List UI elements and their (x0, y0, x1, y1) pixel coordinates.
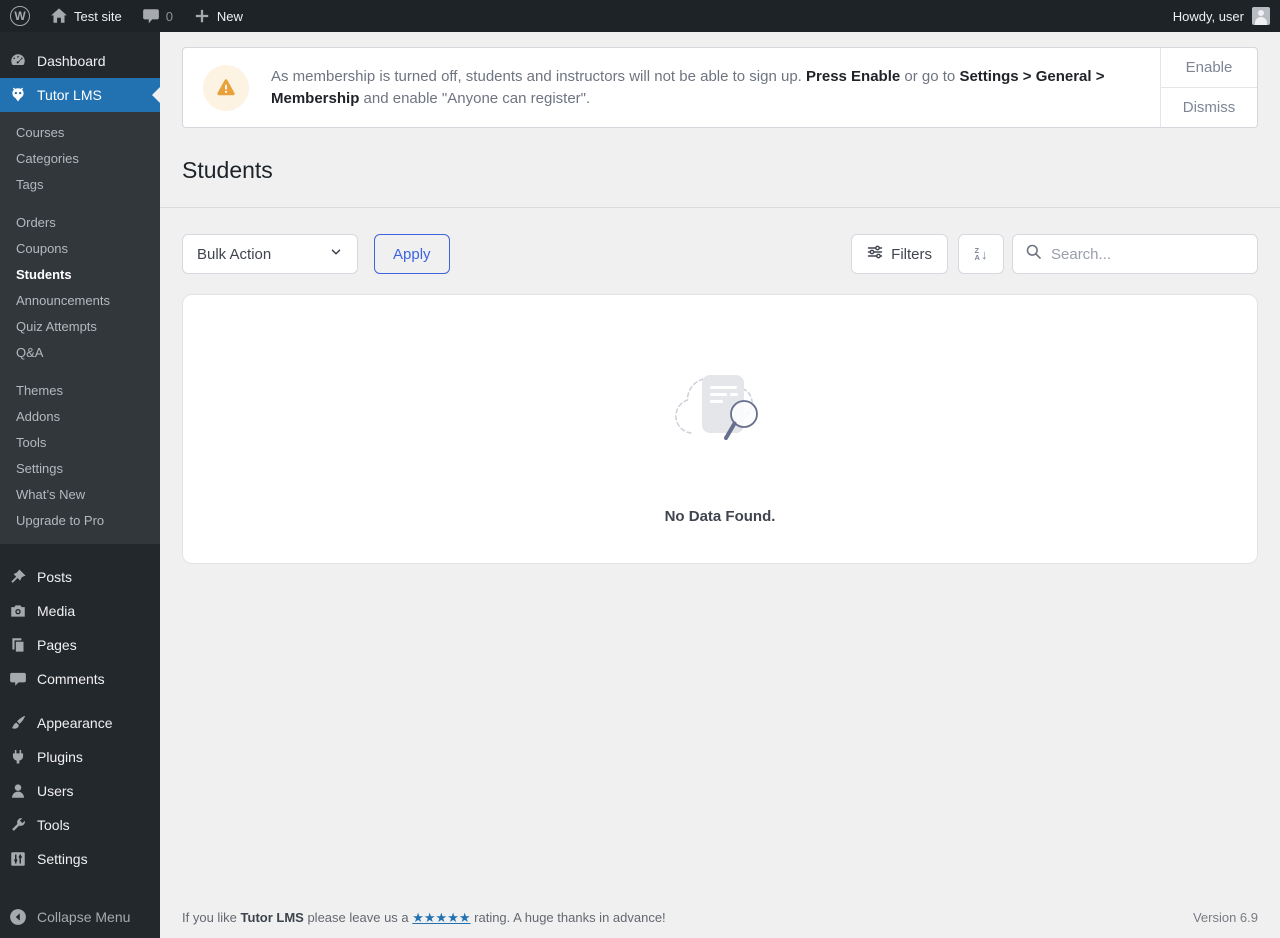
submenu-item-tools[interactable]: Tools (0, 430, 160, 456)
user-person-icon (8, 782, 28, 800)
current-menu-arrow (152, 87, 160, 103)
comments-menu[interactable]: 0 (132, 0, 183, 32)
howdy-user-label[interactable]: Howdy, user (1173, 9, 1244, 24)
filters-sliders-icon (867, 244, 883, 264)
submenu-item-quiz-attempts[interactable]: Quiz Attempts (0, 314, 160, 340)
submenu-item-qa[interactable]: Q&A (0, 340, 160, 366)
five-stars-link[interactable]: ★★★★★ (412, 910, 470, 925)
bulk-action-label: Bulk Action (197, 245, 272, 263)
plus-icon (193, 7, 211, 25)
empty-state-card: No Data Found. (182, 294, 1258, 564)
page-footer: If you like Tutor LMS please leave us a … (182, 910, 1258, 926)
sidebar-item-comments[interactable]: Comments (0, 662, 160, 696)
new-label: New (216, 8, 243, 24)
collapse-menu-button[interactable]: Collapse Menu (0, 900, 160, 934)
no-data-illustration (660, 357, 780, 466)
search-icon (1025, 243, 1042, 265)
submenu-item-courses[interactable]: Courses (0, 120, 160, 146)
admin-bar: W Test site 0 New Howdy, user (0, 0, 1280, 32)
submenu-item-addons[interactable]: Addons (0, 404, 160, 430)
submenu-item-themes[interactable]: Themes (0, 378, 160, 404)
membership-notice-banner: As membership is turned off, students an… (182, 47, 1258, 128)
sidebar-item-users[interactable]: Users (0, 774, 160, 808)
menu-separator (0, 696, 160, 706)
pages-icon (8, 636, 28, 654)
sort-button[interactable]: ZA ↓ (958, 234, 1004, 274)
sidebar-item-label: Pages (37, 637, 77, 653)
tutor-lms-owl-icon (8, 86, 28, 104)
sidebar-item-settings[interactable]: Settings (0, 842, 160, 876)
paintbrush-icon (8, 714, 28, 732)
settings-sliders-icon (8, 850, 28, 868)
site-name-link[interactable]: Test site (40, 0, 132, 32)
main-content: As membership is turned off, students an… (160, 32, 1280, 938)
header-divider (160, 207, 1280, 208)
submenu-item-orders[interactable]: Orders (0, 210, 160, 236)
comment-bubble-icon (142, 7, 160, 25)
sidebar-item-label: Settings (37, 851, 88, 867)
sidebar-item-dashboard[interactable]: Dashboard (0, 44, 160, 78)
notice-bold-press-enable: Press Enable (806, 67, 901, 85)
wordpress-logo-icon: W (10, 6, 30, 26)
dashboard-gauge-icon (8, 52, 28, 70)
warning-icon (203, 64, 249, 111)
page-title: Students (182, 157, 273, 183)
tutor-lms-submenu: Courses Categories Tags Orders Coupons S… (0, 112, 160, 544)
rating-request-text: If you like Tutor LMS please leave us a … (182, 910, 666, 925)
user-avatar[interactable] (1252, 7, 1270, 25)
media-camera-icon (8, 602, 28, 620)
home-icon (50, 7, 68, 25)
submenu-item-tags[interactable]: Tags (0, 172, 160, 198)
submenu-item-whats-new[interactable]: What’s New (0, 482, 160, 508)
submenu-item-coupons[interactable]: Coupons (0, 236, 160, 262)
sidebar-item-appearance[interactable]: Appearance (0, 706, 160, 740)
sidebar-item-label: Tools (37, 817, 70, 833)
sidebar-item-label: Plugins (37, 749, 83, 765)
bulk-action-select[interactable]: Bulk Action (182, 234, 358, 274)
new-content-menu[interactable]: New (183, 0, 253, 32)
enable-button[interactable]: Enable (1161, 48, 1257, 88)
admin-sidebar: Dashboard Tutor LMS Courses Categories T… (0, 32, 160, 938)
notice-message: As membership is turned off, students an… (271, 67, 1105, 107)
sidebar-item-label: Comments (37, 671, 105, 687)
collapse-arrow-icon (8, 908, 28, 926)
sidebar-item-media[interactable]: Media (0, 594, 160, 628)
sidebar-item-label: Users (37, 783, 74, 799)
submenu-item-settings[interactable]: Settings (0, 456, 160, 482)
sidebar-item-label: Dashboard (37, 53, 106, 69)
pushpin-icon (8, 568, 28, 586)
sidebar-item-label: Appearance (37, 715, 113, 731)
wordpress-logo-menu[interactable]: W (0, 0, 40, 32)
wrench-icon (8, 816, 28, 834)
tutor-lms-brand: Tutor LMS (240, 910, 304, 925)
sidebar-item-label: Media (37, 603, 76, 619)
submenu-item-categories[interactable]: Categories (0, 146, 160, 172)
apply-button[interactable]: Apply (374, 234, 450, 274)
search-box (1012, 234, 1258, 274)
dismiss-button[interactable]: Dismiss (1161, 88, 1257, 127)
sidebar-item-posts[interactable]: Posts (0, 560, 160, 594)
site-name-label: Test site (74, 8, 122, 24)
sidebar-item-plugins[interactable]: Plugins (0, 740, 160, 774)
sidebar-item-tools[interactable]: Tools (0, 808, 160, 842)
comments-bubble-icon (8, 670, 28, 688)
chevron-down-icon (329, 245, 343, 263)
filters-button[interactable]: Filters (851, 234, 948, 274)
filters-label: Filters (891, 245, 932, 263)
submenu-item-upgrade-to-pro[interactable]: Upgrade to Pro (0, 508, 160, 534)
sidebar-item-pages[interactable]: Pages (0, 628, 160, 662)
comment-count: 0 (165, 8, 173, 24)
sidebar-item-label: Tutor LMS (37, 87, 102, 103)
toolbar: Bulk Action Apply Filters ZA ↓ (182, 234, 1258, 274)
submenu-item-students[interactable]: Students (0, 262, 160, 288)
search-input[interactable] (1051, 245, 1250, 263)
no-data-message: No Data Found. (664, 508, 776, 525)
sort-za-icon: ZA ↓ (974, 246, 988, 262)
submenu-item-announcements[interactable]: Announcements (0, 288, 160, 314)
version-label: Version 6.9 (1192, 910, 1258, 925)
plug-icon (8, 748, 28, 766)
sidebar-item-tutor-lms[interactable]: Tutor LMS (0, 78, 160, 112)
sidebar-item-label: Posts (37, 569, 73, 585)
collapse-menu-label: Collapse Menu (37, 909, 131, 925)
